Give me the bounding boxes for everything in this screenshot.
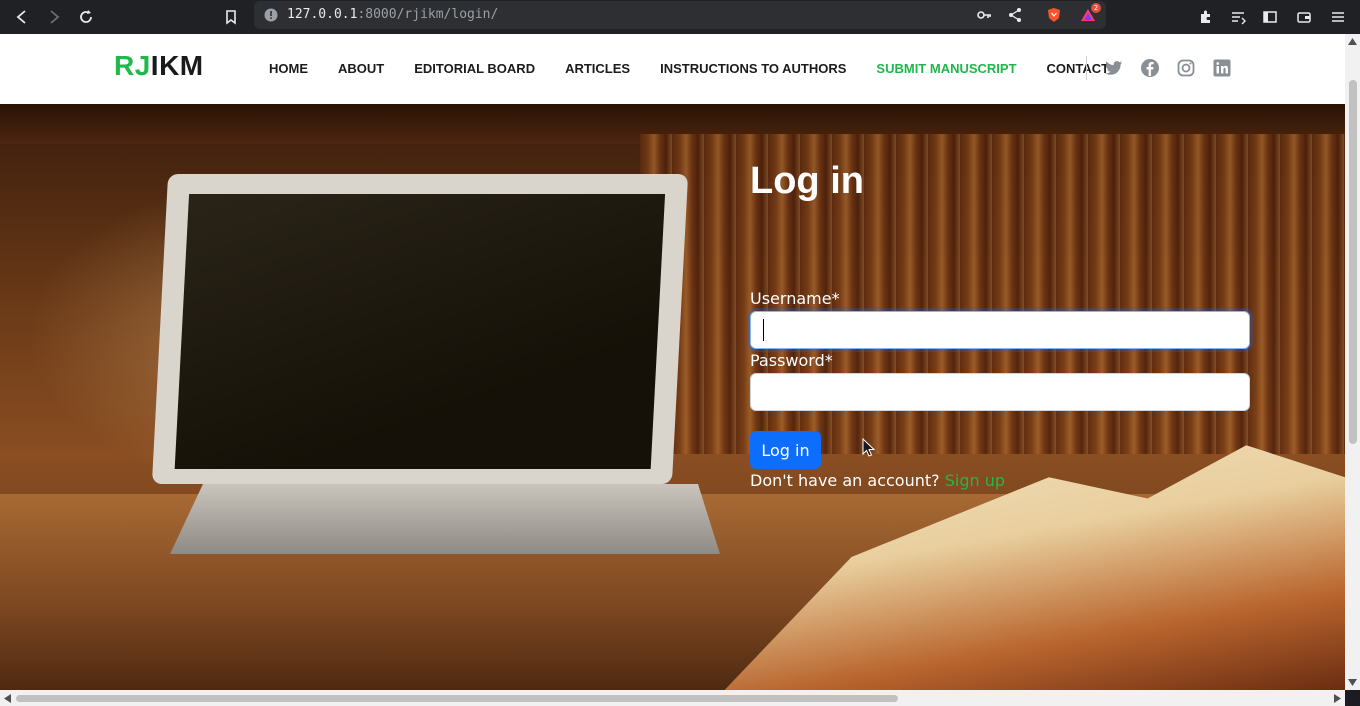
signup-link[interactable]: Sign up <box>945 471 1005 490</box>
extensions-icon[interactable] <box>1193 4 1219 30</box>
nav-articles[interactable]: ARTICLES <box>565 61 630 76</box>
menu-icon[interactable] <box>1325 4 1351 30</box>
page-viewport: RJIKM HOME ABOUT EDITORIAL BOARD ARTICLE… <box>0 34 1345 690</box>
reload-icon[interactable] <box>73 4 99 30</box>
url-path: :8000/rjikm/login/ <box>357 7 499 22</box>
mouse-pointer-icon <box>862 438 876 457</box>
nav-home[interactable]: HOME <box>269 61 308 76</box>
share-icon[interactable] <box>1002 2 1028 28</box>
twitter-icon[interactable] <box>1104 58 1124 78</box>
site-info-icon[interactable] <box>258 2 284 28</box>
brave-shield-icon[interactable] <box>1041 2 1067 28</box>
bookmark-icon[interactable] <box>218 4 244 30</box>
logo-accent: RJ <box>114 50 151 81</box>
key-icon[interactable] <box>971 2 997 28</box>
laptop-keyboard-image <box>170 484 720 554</box>
vertical-scroll-thumb[interactable] <box>1349 80 1357 444</box>
browser-toolbar: 127.0.0.1:8000/rjikm/login/ 2 <box>0 0 1360 34</box>
nav-divider <box>1086 56 1087 80</box>
laptop-image <box>151 174 689 484</box>
nav-contact[interactable]: CONTACT <box>1047 61 1110 76</box>
wallet-icon[interactable] <box>1291 4 1317 30</box>
logo-rest: IKM <box>150 50 204 81</box>
laptop-screen-image <box>174 194 666 469</box>
scroll-left-arrow-icon[interactable] <box>4 694 11 703</box>
nav-about[interactable]: ABOUT <box>338 61 384 76</box>
scroll-right-arrow-icon[interactable] <box>1334 694 1341 703</box>
nav-submit-manuscript[interactable]: SUBMIT MANUSCRIPT <box>876 61 1016 76</box>
address-bar[interactable]: 127.0.0.1:8000/rjikm/login/ 2 <box>254 1 1106 29</box>
password-label: Password* <box>750 351 833 370</box>
horizontal-scroll-thumb[interactable] <box>16 695 898 702</box>
signup-prompt: Don't have an account? Sign up <box>750 471 1005 490</box>
horizontal-scrollbar[interactable] <box>0 690 1345 706</box>
brave-rewards-icon[interactable]: 2 <box>1075 2 1101 28</box>
vertical-scrollbar[interactable] <box>1345 34 1360 690</box>
sidebar-toggle-icon[interactable] <box>1257 4 1283 30</box>
nav-editorial-board[interactable]: EDITORIAL BOARD <box>414 61 535 76</box>
site-logo[interactable]: RJIKM <box>114 50 204 82</box>
linkedin-icon[interactable] <box>1212 58 1232 78</box>
text-caret <box>763 319 764 341</box>
forward-icon[interactable] <box>41 4 67 30</box>
scroll-up-arrow-icon[interactable] <box>1348 38 1357 45</box>
main-nav: HOME ABOUT EDITORIAL BOARD ARTICLES INST… <box>269 61 1139 76</box>
nav-instructions-to-authors[interactable]: INSTRUCTIONS TO AUTHORS <box>660 61 846 76</box>
reading-list-icon[interactable] <box>1225 4 1251 30</box>
signup-prompt-text: Don't have an account? <box>750 471 940 490</box>
url-text: 127.0.0.1:8000/rjikm/login/ <box>287 7 498 22</box>
login-button[interactable]: Log in <box>750 431 821 469</box>
notification-badge: 2 <box>1091 3 1101 13</box>
site-header: RJIKM HOME ABOUT EDITORIAL BOARD ARTICLE… <box>0 34 1345 104</box>
username-input[interactable] <box>750 311 1250 349</box>
password-input[interactable] <box>750 373 1250 411</box>
login-title: Log in <box>750 160 864 202</box>
scroll-down-arrow-icon[interactable] <box>1348 679 1357 686</box>
back-icon[interactable] <box>9 4 35 30</box>
username-label: Username* <box>750 289 840 308</box>
instagram-icon[interactable] <box>1176 58 1196 78</box>
facebook-icon[interactable] <box>1140 58 1160 78</box>
url-host: 127.0.0.1 <box>287 7 358 22</box>
